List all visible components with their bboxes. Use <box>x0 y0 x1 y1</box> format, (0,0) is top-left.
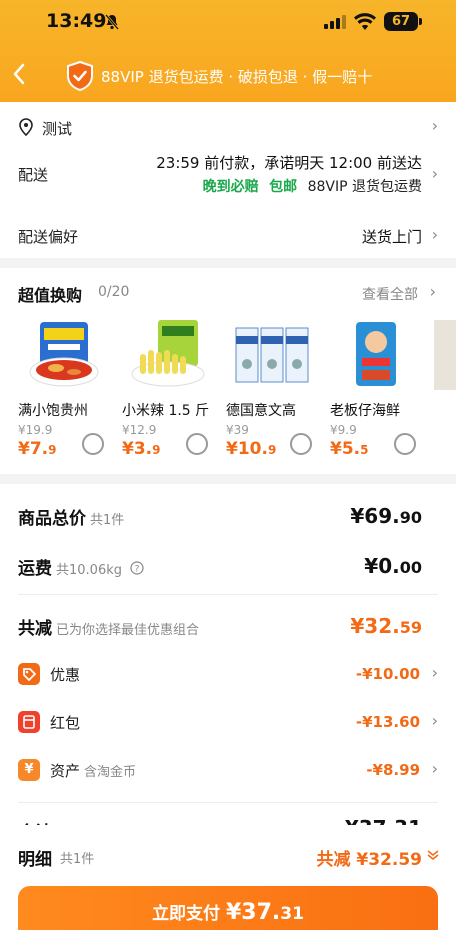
battery-indicator: 67 <box>384 12 422 31</box>
detail-label[interactable]: 明细 <box>18 845 52 870</box>
mute-bell-icon <box>105 14 119 30</box>
goods-total-amount: ¥69.90 <box>350 504 422 528</box>
product-price: ¥7.9 <box>18 439 57 459</box>
pay-button-text: 立即支付 ¥37.31 <box>152 900 304 925</box>
deal-product[interactable]: 老板仔海鲜 ¥9.9 ¥5.5 <box>330 320 434 470</box>
shield-check-icon <box>67 61 93 91</box>
product-image <box>356 322 396 386</box>
product-price: ¥5.5 <box>330 439 369 459</box>
chevron-right-icon: › <box>431 116 438 135</box>
deal-product[interactable]: 德国意文高 ¥39 ¥10.9 <box>226 320 330 470</box>
shipping-label: 运费 <box>18 559 52 579</box>
product-image <box>434 320 456 390</box>
delivery-label: 配送 <box>18 166 49 184</box>
chevron-right-icon: › <box>429 282 436 301</box>
product-original-price: ¥39 <box>226 423 249 437</box>
select-radio[interactable] <box>290 433 312 455</box>
free-shipping: 包邮 <box>269 179 298 195</box>
coupon-label: 优惠 <box>50 666 81 684</box>
chevron-right-icon: › <box>431 225 438 244</box>
status-bar: 13:49 67 <box>0 10 456 36</box>
product-price: ¥10.9 <box>226 439 277 459</box>
product-original-price: ¥19.9 <box>18 423 53 437</box>
svg-text:?: ? <box>135 565 140 575</box>
wifi-icon <box>354 13 376 30</box>
address-text: 测试 <box>42 120 73 138</box>
shipping-amount: ¥0.00 <box>364 554 422 578</box>
status-time: 13:49 <box>46 10 107 32</box>
goods-total-label: 商品总价 <box>18 509 86 529</box>
pref-value[interactable]: 送货上门 <box>362 226 422 247</box>
location-pin-icon <box>19 118 33 136</box>
chevron-right-icon: › <box>431 759 438 778</box>
discount-label: 共减 <box>18 619 52 639</box>
vip-return-shipping: 88VIP 退货包运费 <box>307 179 422 195</box>
product-image <box>131 320 205 387</box>
discount-note: 已为你选择最佳优惠组合 <box>56 623 200 638</box>
product-name: 满小饱贵州 <box>18 403 88 419</box>
deals-count: 0/20 <box>98 284 130 300</box>
asset-amount: -¥8.99 <box>366 761 420 779</box>
deals-title: 超值换购 <box>18 286 83 305</box>
select-radio[interactable] <box>186 433 208 455</box>
product-name: 老板仔海鲜 <box>330 403 400 419</box>
chevron-right-icon: › <box>431 711 438 730</box>
product-name: 德国意文高 <box>226 403 296 419</box>
red-packet-amount: -¥13.60 <box>355 713 420 731</box>
shipping-weight: 共10.06kg <box>56 563 122 578</box>
goods-count: 共1件 <box>90 513 125 528</box>
help-icon[interactable]: ? <box>130 561 144 575</box>
deal-product[interactable]: 满小饱贵州 ¥19.9 ¥7.9 <box>18 320 122 470</box>
signal-icon <box>324 15 346 29</box>
price-summary-card: 商品总价 共1件 ¥69.90 运费 共10.06kg ? ¥0.00 共减 已为你选… <box>0 484 456 844</box>
deal-product[interactable]: 小米辣 1.5 斤 ¥12.9 ¥3.9 <box>122 320 226 470</box>
back-button[interactable] <box>12 62 34 88</box>
red-packet-icon <box>18 711 40 733</box>
product-image <box>235 327 309 383</box>
divider <box>18 594 438 595</box>
chevron-left-icon <box>13 63 25 85</box>
red-packet-label: 红包 <box>50 714 81 732</box>
bottom-bar: 明细 共1件 共减 ¥32.59 立即支付 ¥37.31 <box>0 825 456 930</box>
chevron-down-icon[interactable] <box>426 846 440 865</box>
top-header: 13:49 67 88VIP 退货包运费 · 破损包退 · 假一赔十 <box>0 0 456 102</box>
select-radio[interactable] <box>394 433 416 455</box>
product-image <box>29 322 99 387</box>
product-original-price: ¥9.9 <box>330 423 357 437</box>
tag-icon <box>18 663 40 685</box>
chevron-right-icon: › <box>431 663 438 682</box>
late-compensation: 晚到必赔 <box>202 179 259 195</box>
product-name: 小米辣 1.5 斤 <box>122 403 210 419</box>
coupon-amount: -¥10.00 <box>355 665 420 683</box>
coin-icon: ¥ <box>18 759 40 781</box>
nav-title: 88VIP 退货包运费 · 破损包退 · 假一赔十 <box>101 68 373 86</box>
pref-label: 配送偏好 <box>18 228 79 246</box>
detail-count: 共1件 <box>60 852 95 867</box>
select-radio[interactable] <box>82 433 104 455</box>
nav-bar: 88VIP 退货包运费 · 破损包退 · 假一赔十 <box>0 56 456 96</box>
detail-discount-total[interactable]: 共减 ¥32.59 <box>316 845 422 870</box>
deal-product-partial[interactable] <box>434 320 456 470</box>
discount-amount: ¥32.59 <box>350 614 422 638</box>
address-row[interactable]: 测试 › <box>18 116 438 138</box>
product-original-price: ¥12.9 <box>122 423 157 437</box>
pay-now-button[interactable]: 立即支付 ¥37.31 <box>18 886 438 930</box>
asset-label: 资产 含淘金币 <box>50 762 137 780</box>
delivery-badges: 晚到必赔 包邮 88VIP 退货包运费 <box>203 176 422 196</box>
product-price: ¥3.9 <box>122 439 161 459</box>
delivery-promise: 23:59 前付款，承诺明天 12:00 前送达 <box>156 154 422 172</box>
divider <box>18 802 438 803</box>
view-all-link[interactable]: 查看全部 <box>362 284 418 304</box>
chevron-right-icon: › <box>431 164 438 183</box>
delivery-card: 测试 › 配送 23:59 前付款，承诺明天 12:00 前送达 晚到必赔 包邮… <box>0 102 456 258</box>
deals-card: 超值换购 0/20 查看全部 › 满小饱贵州 ¥19.9 ¥7.9 小米辣 1.… <box>0 268 456 474</box>
